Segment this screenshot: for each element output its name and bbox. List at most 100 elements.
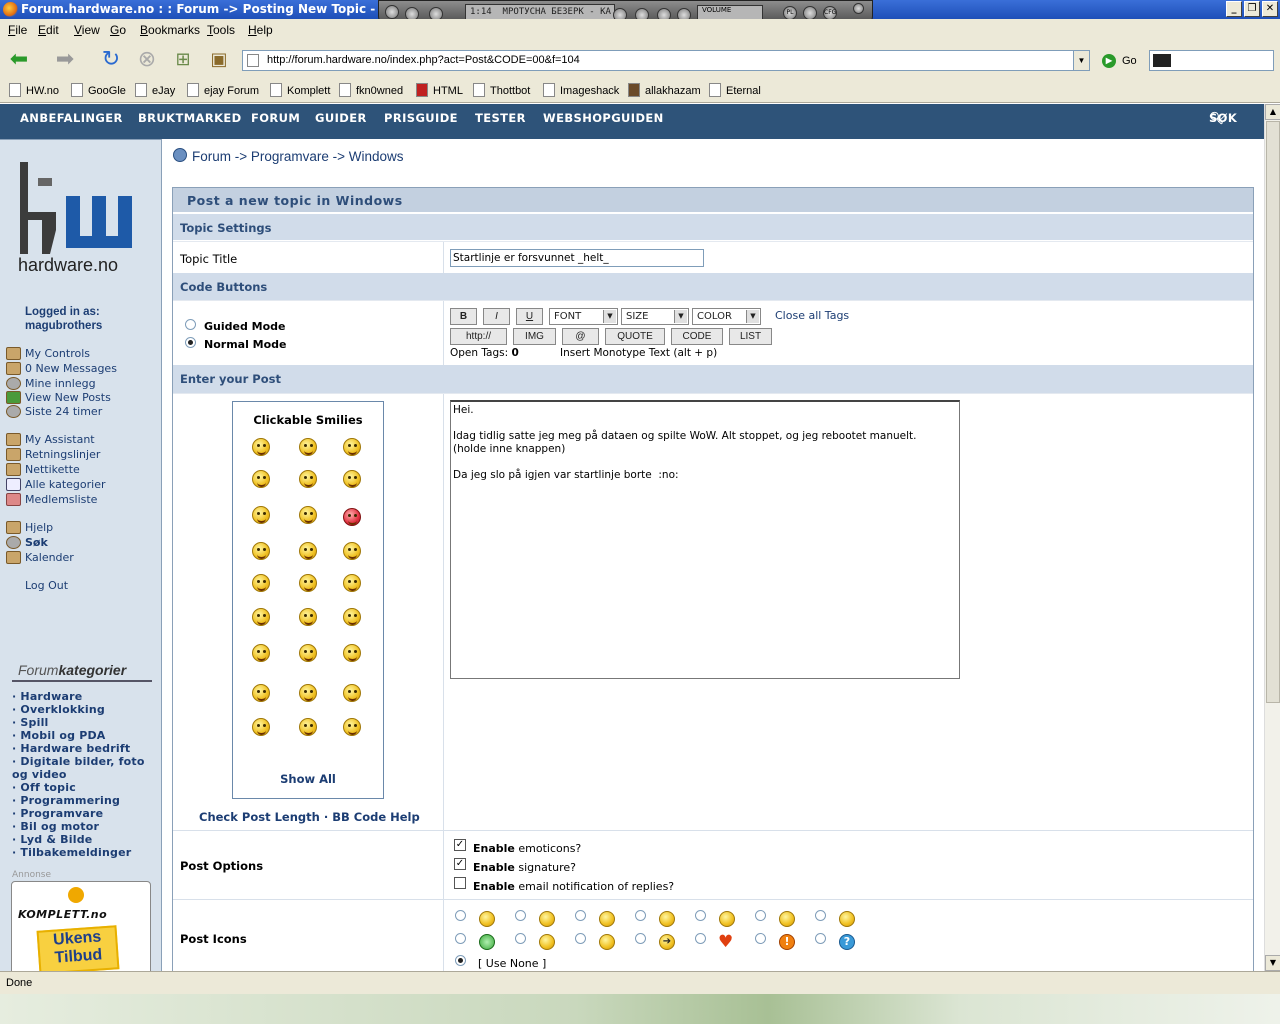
player-close-icon[interactable] [853, 3, 864, 14]
underline-button[interactable]: U [516, 308, 543, 325]
player-menu-button[interactable] [385, 5, 399, 19]
link-log-out[interactable]: Log Out [25, 579, 68, 592]
player-b-button[interactable] [803, 6, 817, 20]
link-alle-kategorier[interactable]: Alle kategorier [6, 478, 105, 491]
link-sok[interactable]: Søk [6, 536, 48, 549]
smiley-icon[interactable] [299, 470, 317, 488]
post-icon-radio[interactable] [575, 933, 586, 944]
stop-icon[interactable]: ⊗ [134, 47, 160, 73]
nav-guider[interactable]: GUIDER [315, 104, 367, 132]
bbcode-help-link[interactable]: BB Code Help [332, 810, 420, 824]
cat-hardware[interactable]: · Hardware [12, 690, 82, 703]
post-icon-radio[interactable] [695, 910, 706, 921]
nav-tester[interactable]: TESTER [475, 104, 526, 132]
show-all-link[interactable]: Show All [233, 772, 383, 786]
smiley-icon[interactable] [299, 608, 317, 626]
link-my-controls[interactable]: My Controls [6, 347, 90, 360]
smiley-icon[interactable] [343, 718, 361, 736]
email-button[interactable]: @ [562, 328, 599, 345]
forward-icon[interactable]: ➡ [52, 47, 78, 73]
smiley-icon[interactable] [299, 684, 317, 702]
smiley-icon[interactable] [252, 718, 270, 736]
smiley-icon[interactable] [252, 684, 270, 702]
cat-digitale-bilder-cont[interactable]: og video [12, 768, 67, 781]
smiley-icon[interactable] [299, 718, 317, 736]
italic-button[interactable]: I [483, 308, 510, 325]
cat-off-topic[interactable]: · Off topic [12, 781, 76, 794]
smiley-icon[interactable] [299, 574, 317, 592]
search-box[interactable] [1149, 50, 1274, 71]
guided-mode-radio[interactable] [185, 319, 196, 330]
link-view-new-posts[interactable]: View New Posts [6, 391, 111, 404]
post-icon-radio[interactable] [515, 910, 526, 921]
config-button[interactable]: CFG [823, 6, 837, 20]
smiley-icon[interactable] [343, 438, 361, 456]
link-new-messages[interactable]: 0 New Messages [6, 362, 117, 375]
bookmark-hw-no[interactable]: HW.no [9, 79, 59, 103]
bookmark-komplett[interactable]: Komplett [270, 79, 330, 103]
bold-button[interactable]: B [450, 308, 477, 325]
cat-spill[interactable]: · Spill [12, 716, 49, 729]
smiley-icon[interactable] [252, 608, 270, 626]
post-icon-radio[interactable] [575, 910, 586, 921]
post-icon-radio[interactable] [635, 933, 646, 944]
back-icon[interactable]: ⬅ [6, 47, 32, 73]
username-link[interactable]: magubrothers [25, 320, 102, 332]
font-select[interactable]: FONT [549, 308, 618, 325]
download-icon[interactable]: ▣ [206, 47, 232, 73]
post-icon-radio[interactable] [695, 933, 706, 944]
signature-checkbox[interactable]: ✓ [454, 858, 466, 870]
smiley-icon[interactable] [343, 574, 361, 592]
post-icon-radio[interactable] [455, 910, 466, 921]
post-icon-radio[interactable] [515, 933, 526, 944]
new-tab-icon[interactable]: ⊞ [170, 47, 196, 73]
smiley-icon[interactable] [343, 644, 361, 662]
smiley-icon[interactable] [252, 506, 270, 524]
go-button[interactable]: ▶ Go [1102, 53, 1137, 69]
bookmark-allakhazam[interactable]: allakhazam [628, 79, 701, 103]
smiley-icon[interactable] [299, 506, 317, 524]
nav-forum[interactable]: FORUM [251, 104, 300, 132]
bookmark-ejay[interactable]: eJay [135, 79, 175, 103]
cat-programmering[interactable]: · Programmering [12, 794, 120, 807]
scroll-down-icon[interactable]: ▼ [1265, 955, 1280, 971]
minimize-icon[interactable]: _ [1226, 1, 1242, 17]
smiley-icon[interactable] [299, 644, 317, 662]
smiley-icon[interactable] [343, 470, 361, 488]
cat-digitale-bilder[interactable]: · Digitale bilder, foto [12, 755, 145, 768]
search-engine-icon[interactable] [1153, 54, 1171, 67]
link-nettikette[interactable]: Nettikette [6, 463, 80, 476]
smiley-icon[interactable] [252, 542, 270, 560]
vertical-scrollbar[interactable]: ▲ ▼ [1264, 104, 1280, 971]
link-medlemsliste[interactable]: Medlemsliste [6, 493, 97, 506]
link-kalender[interactable]: Kalender [6, 551, 74, 564]
code-button[interactable]: CODE [671, 328, 723, 345]
post-icon-radio[interactable] [815, 933, 826, 944]
post-icon-radio[interactable] [635, 910, 646, 921]
breadcrumb-link[interactable]: Forum -> Programvare -> Windows [192, 149, 404, 164]
nav-bruktmarked[interactable]: BRUKTMARKED [138, 104, 242, 132]
smiley-icon[interactable] [299, 542, 317, 560]
angry-smiley-icon[interactable] [343, 508, 361, 526]
link-mine-innlegg[interactable]: Mine innlegg [6, 377, 96, 390]
use-none-radio[interactable] [455, 955, 466, 966]
post-icon-radio[interactable] [815, 910, 826, 921]
smiley-icon[interactable] [252, 644, 270, 662]
address-bar[interactable]: http://forum.hardware.no/index.php?act=P… [242, 50, 1090, 71]
list-button[interactable]: LIST [729, 328, 772, 345]
smiley-icon[interactable] [299, 438, 317, 456]
cat-lyd-bilde[interactable]: · Lyd & Bilde [12, 833, 92, 846]
bookmark-ejay-forum[interactable]: ejay Forum [187, 79, 259, 103]
cat-programvare[interactable]: · Programvare [12, 807, 103, 820]
link-hjelp[interactable]: Hjelp [6, 521, 53, 534]
smiley-icon[interactable] [343, 542, 361, 560]
smiley-icon[interactable] [343, 608, 361, 626]
nav-webshopguiden[interactable]: WEBSHOPGUIDEN [543, 104, 664, 132]
url-dropdown-icon[interactable]: ▼ [1073, 51, 1089, 70]
nav-anbefalinger[interactable]: ANBEFALINGER [20, 104, 123, 132]
normal-mode-radio[interactable] [185, 337, 196, 348]
menu-help[interactable]: Help [248, 19, 273, 41]
email-notify-checkbox[interactable] [454, 877, 466, 889]
menu-file[interactable]: File [8, 19, 27, 41]
playlist-button[interactable]: PL [783, 6, 797, 20]
